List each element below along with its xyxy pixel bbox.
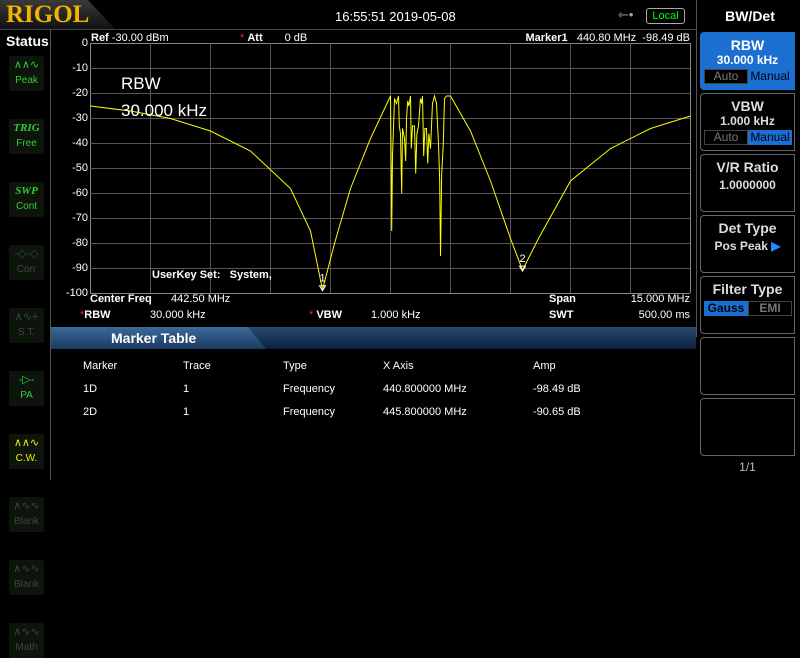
rbw-info[interactable]: *RBW <box>80 309 111 321</box>
status-cont[interactable]: SWP Cont <box>9 182 44 217</box>
status-cw[interactable]: ∧∧∿ C.W. <box>9 434 44 469</box>
center-freq-label[interactable]: Center Freq <box>90 293 152 305</box>
table-cell: 2D <box>83 406 98 418</box>
column-header: X Axis <box>383 360 414 372</box>
det-type-softkey[interactable]: Det Type Pos Peak ▶ <box>700 215 795 273</box>
column-header: Amp <box>533 360 556 372</box>
rbw-softkey[interactable]: RBW 30.000 kHz Auto Manual <box>700 32 795 90</box>
spectrum-plot[interactable]: 12 <box>90 43 691 294</box>
userkey-set: UserKey Set: System, <box>152 269 272 281</box>
blank-icon: ∧∿∿ <box>13 563 40 575</box>
table-cell: 1D <box>83 383 98 395</box>
empty-softkey[interactable] <box>700 398 795 456</box>
status-peak[interactable]: ∧∧∿ Peak <box>9 56 44 91</box>
y-tick-label: -10 <box>72 62 88 74</box>
status-blank[interactable]: ∧∿∿ Blank <box>9 497 44 532</box>
submenu-arrow-icon: ▶ <box>771 239 781 253</box>
status-label: Math <box>15 642 38 653</box>
vbw-info[interactable]: * VBW <box>309 309 342 321</box>
marker-2-label: 2 <box>519 253 525 265</box>
table-cell: 1 <box>183 406 190 418</box>
y-tick-label: -60 <box>72 187 88 199</box>
status-label: C.W. <box>15 453 38 464</box>
status-pa[interactable]: -▷- PA <box>9 371 44 406</box>
filter-gauss-option[interactable]: Gauss <box>704 301 748 316</box>
divider <box>0 29 697 30</box>
swp-icon: SWP <box>15 185 38 197</box>
y-tick-label: 0 <box>81 37 88 49</box>
column-header: Type <box>283 360 307 372</box>
status-label: Peak <box>15 75 38 86</box>
vr-ratio-softkey[interactable]: V/R Ratio 1.0000000 <box>700 154 795 212</box>
table-cell: Frequency <box>283 406 335 418</box>
status-label: S.T. <box>17 327 36 338</box>
blank-icon: ∧∿∿ <box>13 500 40 512</box>
vbw-manual-option[interactable]: Manual <box>748 130 792 145</box>
vbw-auto-option[interactable]: Auto <box>704 130 748 145</box>
status-label: Cont <box>15 201 38 212</box>
trig-icon: TRIG <box>13 122 40 134</box>
y-tick-label: -40 <box>72 137 88 149</box>
y-tick-label: -80 <box>72 237 88 249</box>
datetime: 16:55:51 2019-05-08 <box>335 9 456 24</box>
column-header: Trace <box>183 360 211 372</box>
span-value: 15.000 MHz <box>630 293 690 305</box>
status-label: PA <box>20 390 33 401</box>
status-math[interactable]: ∧∿∿ Math <box>9 623 44 658</box>
divider <box>696 0 697 337</box>
table-cell: 440.800000 MHz <box>383 383 467 395</box>
y-tick-label: -70 <box>72 212 88 224</box>
corr-icon: -◇-◇ <box>14 248 39 260</box>
peak-icon: ∧∧∿ <box>13 59 40 71</box>
status-st[interactable]: ∧∿+ S.T. <box>9 308 44 343</box>
filter-emi-option[interactable]: EMI <box>748 301 792 316</box>
table-cell: -90.65 dB <box>533 406 581 418</box>
overlay-rbw-value: 30.000 kHz <box>121 101 207 120</box>
status-title: Status <box>6 33 49 49</box>
y-tick-label: -90 <box>72 262 88 274</box>
vbw-softkey[interactable]: VBW 1.000 kHz Auto Manual <box>700 93 795 151</box>
column-header: Marker <box>83 360 118 372</box>
table-row[interactable]: 1D 1 Frequency 440.800000 MHz -98.49 dB <box>51 378 696 398</box>
status-label: Corr <box>16 264 37 275</box>
status-free[interactable]: TRIG Free <box>9 119 44 154</box>
table-cell: Frequency <box>283 383 335 395</box>
status-label: Free <box>16 138 37 149</box>
y-tick-label: -20 <box>72 87 88 99</box>
marker-table-tab[interactable]: Marker Table <box>51 327 266 349</box>
center-freq-value: 442.50 MHz <box>171 293 231 305</box>
rigol-logo: RIGOL <box>0 0 115 29</box>
rbw-auto-option[interactable]: Auto <box>704 69 748 84</box>
table-cell: 1 <box>183 383 190 395</box>
swt-value: 500.00 ms <box>638 309 690 321</box>
table-cell: 445.800000 MHz <box>383 406 467 418</box>
rbw-manual-option[interactable]: Manual <box>748 69 792 84</box>
pa-icon: -▷- <box>18 374 35 386</box>
table-cell: -98.49 dB <box>533 383 581 395</box>
y-tick-label: -30 <box>72 112 88 124</box>
st-icon: ∧∿+ <box>14 311 39 323</box>
local-status-badge[interactable]: Local <box>646 8 685 24</box>
overlay-rbw-label: RBW <box>121 74 161 93</box>
status-label: Blank <box>13 516 39 527</box>
menu-page-indicator: 1/1 <box>739 460 756 474</box>
status-blank[interactable]: ∧∿∿ Blank <box>9 560 44 595</box>
empty-softkey[interactable] <box>700 337 795 395</box>
math-icon: ∧∿∿ <box>13 626 40 638</box>
swt-label[interactable]: SWT <box>549 309 573 321</box>
vbw-info-value: 1.000 kHz <box>371 309 421 321</box>
usb-icon: ⇽• <box>618 7 634 22</box>
cw-icon: ∧∧∿ <box>13 437 40 449</box>
status-label: Blank <box>13 579 39 590</box>
y-tick-label: -100 <box>65 287 88 299</box>
table-row[interactable]: 2D 1 Frequency 445.800000 MHz -90.65 dB <box>51 401 696 421</box>
filter-type-softkey[interactable]: Filter Type Gauss EMI <box>700 276 795 334</box>
menu-title: BW/Det <box>725 8 775 24</box>
marker-1-label: 1 <box>319 273 325 285</box>
status-corr[interactable]: -◇-◇ Corr <box>9 245 44 280</box>
span-label[interactable]: Span <box>549 293 576 305</box>
rbw-info-value: 30.000 kHz <box>150 309 206 321</box>
y-tick-label: -50 <box>72 162 88 174</box>
